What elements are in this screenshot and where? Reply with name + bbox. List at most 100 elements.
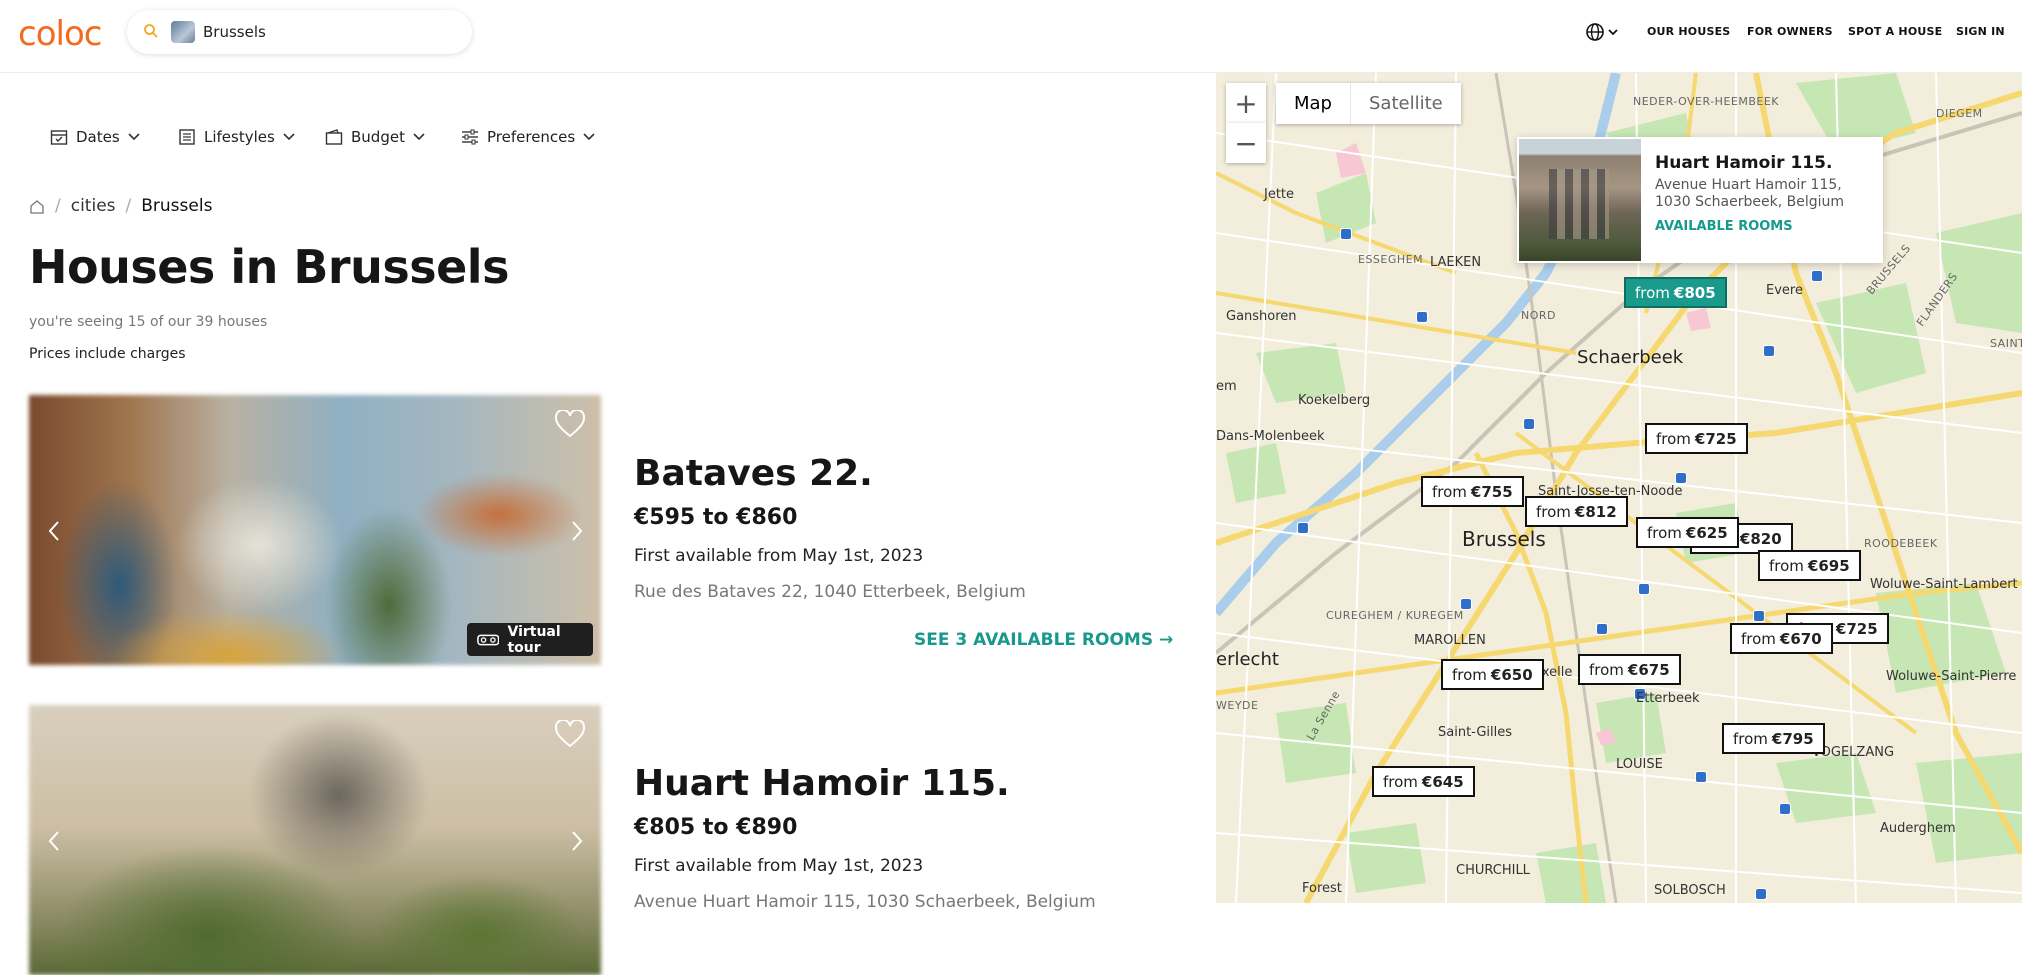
see-available-rooms-link[interactable]: SEE 3 AVAILABLE ROOMS → [914,630,1173,650]
city-search-field[interactable]: Brussels [127,10,472,54]
price-pin[interactable]: from €795 [1722,723,1825,754]
map-label: erlecht [1216,649,1279,670]
map-label-brussels: Brussels [1462,527,1546,551]
breadcrumb-separator: / [125,196,132,216]
prices-note: Prices include charges [29,346,186,362]
popup-address: Avenue Huart Hamoir 115, 1030 Schaerbeek… [1655,177,1844,210]
map-label: WEYDE [1216,699,1259,712]
price-pin[interactable]: from€725 [1645,423,1748,454]
map-label: em [1216,379,1237,394]
chevron-down-icon [413,133,425,141]
coloc-logo[interactable]: coloc [18,14,102,54]
filter-preferences-label: Preferences [487,128,576,146]
map-label: Saint-Gilles [1438,725,1513,740]
page-title: Houses in Brussels [29,240,509,294]
price-pin[interactable]: from €625 [1636,517,1739,548]
sliders-icon [462,129,478,145]
house-availability: First available from May 1st, 2023 [634,856,924,876]
transit-stop-icon [1523,418,1535,430]
map-type-map[interactable]: Map [1276,83,1350,124]
list-icon [179,129,195,145]
chevron-left-icon[interactable] [47,830,61,852]
language-globe-icon[interactable] [1586,22,1620,42]
map-label: Koekelberg [1298,393,1371,408]
map-house-popup[interactable]: Huart Hamoir 115. Avenue Huart Hamoir 11… [1517,137,1883,263]
transit-stop-icon [1811,270,1823,282]
chevron-left-icon[interactable] [47,520,61,542]
price-pin[interactable]: from €812 [1525,496,1628,527]
filter-preferences[interactable]: Preferences [461,125,595,149]
breadcrumb-current: Brussels [141,196,213,216]
search-icon [144,24,158,38]
house-availability: First available from May 1st, 2023 [634,546,924,566]
chevron-down-icon [283,133,295,141]
filter-lifestyles[interactable]: Lifestyles [178,125,295,149]
breadcrumb: / cities / Brussels [29,196,212,216]
house-price-range: €805 to €890 [634,815,798,840]
transit-stop-icon [1596,623,1608,635]
map-type-toggle: Map Satellite [1276,83,1461,124]
price-pin[interactable]: from €695 [1758,550,1861,581]
price-pin[interactable]: from €670 [1730,623,1833,654]
chevron-down-icon [583,133,595,141]
chevron-right-icon[interactable] [570,520,584,542]
popup-title: Huart Hamoir 115. [1655,153,1833,173]
filter-budget[interactable]: Budget [325,125,425,149]
popup-house-photo [1519,139,1641,261]
map-label: CUREGHEM / KUREGEM [1326,609,1464,622]
map-label: Woluwe-Saint-Lambert [1870,577,2018,592]
virtual-tour-label: Virtual tour [507,623,561,656]
transit-stop-icon [1695,771,1707,783]
zoom-in-button[interactable]: + [1226,83,1266,123]
transit-stop-icon [1416,311,1428,323]
home-icon[interactable] [29,199,45,214]
house-photo[interactable] [29,705,601,975]
map-label: Auderghem [1880,821,1956,836]
transit-stop-icon [1340,228,1352,240]
price-pin[interactable]: from €755 [1421,476,1524,507]
transit-stop-icon [1638,583,1650,595]
house-price-range: €595 to €860 [634,505,798,530]
breadcrumb-separator: / [55,196,61,216]
city-thumbnail [171,21,195,43]
chevron-down-icon [128,133,140,141]
filter-dates[interactable]: Dates [50,125,140,149]
map-label: ROODEBEEK [1864,537,1938,550]
popup-rooms-link[interactable]: AVAILABLE ROOMS [1655,219,1793,234]
nav-for-owners[interactable]: FOR OWNERS [1747,25,1833,38]
map-label: LOUISE [1616,757,1663,772]
house-title[interactable]: Bataves 22. [634,453,873,494]
heart-icon[interactable] [554,410,586,438]
map-view[interactable]: NEDER-OVER-HEEMBEEK DIEGEM Jette ESSEGHE… [1216,73,2022,903]
price-pin-active[interactable]: from €805 [1624,277,1727,308]
house-title[interactable]: Huart Hamoir 115. [634,763,1010,804]
virtual-tour-badge[interactable]: Virtual tour [467,623,593,656]
transit-stop-icon [1297,522,1309,534]
map-label: DIEGEM [1936,107,1983,120]
map-label: Etterbeek [1636,691,1700,706]
nav-our-houses[interactable]: OUR HOUSES [1647,25,1730,38]
filter-bar: Dates Lifestyles Budget Preferences [0,73,1216,195]
map-label: Woluwe-Saint-Pierre [1886,669,2017,684]
map-label: NEDER-OVER-HEEMBEEK [1633,95,1780,108]
price-pin[interactable]: from €675 [1578,654,1681,685]
map-label: Dans-Molenbeek [1216,429,1325,444]
breadcrumb-cities[interactable]: cities [71,196,116,216]
wallet-icon [325,129,343,145]
map-label: SAINT-ST [1990,337,2022,350]
transit-stop-icon [1753,610,1765,622]
map-type-satellite[interactable]: Satellite [1350,83,1461,124]
zoom-out-button[interactable]: − [1226,123,1266,163]
map-label: Evere [1766,283,1803,298]
vr-goggles-icon [477,634,500,645]
nav-spot-a-house[interactable]: SPOT A HOUSE [1848,25,1942,38]
price-pin[interactable]: from €645 [1372,766,1475,797]
map-label: LAEKEN [1430,255,1482,270]
chevron-right-icon[interactable] [570,830,584,852]
heart-icon[interactable] [554,720,586,748]
nav-sign-in[interactable]: SIGN IN [1956,25,2005,38]
map-label: MAROLLEN [1414,633,1486,648]
transit-stop-icon [1755,888,1767,900]
map-label: NORD [1521,309,1556,322]
price-pin[interactable]: from €650 [1441,659,1544,690]
